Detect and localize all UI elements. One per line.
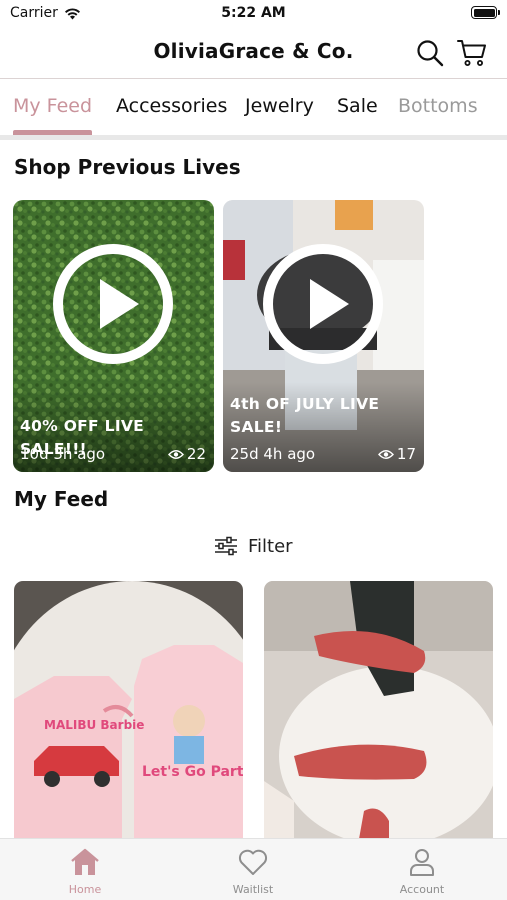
header-divider [0,78,507,79]
nav-waitlist-label: Waitlist [232,883,274,896]
party-graphic-text: Let's Go Party [142,764,243,780]
nav-home-label: Home [68,883,102,896]
live-card[interactable]: 4th OF JULY LIVE SALE! 25d 4h ago 17 [223,200,424,472]
play-icon[interactable] [261,242,385,366]
product-card[interactable] [264,581,493,839]
eye-icon [377,449,394,459]
view-count: 17 [396,445,416,463]
product-image-shoes [264,581,493,839]
nav-waitlist[interactable]: Waitlist [208,847,298,896]
nav-account[interactable]: Account [377,847,467,896]
feed-title: My Feed [14,487,109,511]
live-age: 10d 3h ago [20,445,106,463]
battery-icon [471,6,500,19]
status-bar: Carrier 5:22 AM [0,0,507,28]
battery-level [473,8,495,17]
product-image-tees: MALIBU Barbie Let's Go Party [14,581,243,839]
cart-icon[interactable] [457,38,487,68]
app-header: OliviaGrace & Co. [0,28,507,78]
product-card[interactable]: MALIBU Barbie Let's Go Party [14,581,243,839]
tab-sale[interactable]: Sale [337,95,378,117]
eye-icon [167,449,184,459]
barbie-graphic-text: MALIBU Barbie [44,718,144,732]
tabs-divider [0,135,507,140]
previous-lives-title: Shop Previous Lives [14,155,241,179]
view-count: 22 [186,445,206,463]
tab-my-feed[interactable]: My Feed [13,95,92,117]
bottom-nav: Home Waitlist Account [0,838,507,900]
live-age: 25d 4h ago [230,445,316,463]
nav-account-label: Account [399,883,445,896]
tab-accessories[interactable]: Accessories [116,95,227,117]
nav-home[interactable]: Home [40,847,130,896]
live-meta: 25d 4h ago 17 [230,445,416,463]
tab-bottoms[interactable]: Bottoms [398,95,478,117]
home-icon [71,848,99,875]
filter-label: Filter [248,535,293,557]
live-views: 17 [377,445,416,463]
search-icon[interactable] [415,38,445,68]
category-tabs: My Feed Accessories Jewelry Sale Bottoms [0,80,507,136]
live-card[interactable]: 40% OFF LIVE SALE!!! 10d 3h ago 22 [13,200,214,472]
play-icon[interactable] [51,242,175,366]
sliders-icon [215,536,237,556]
live-views: 22 [167,445,206,463]
live-meta: 10d 3h ago 22 [20,445,206,463]
person-icon [410,849,434,876]
filter-button[interactable]: Filter [214,532,293,560]
tab-jewelry[interactable]: Jewelry [245,95,314,117]
live-title: 4th OF JULY LIVE SALE! [230,395,380,436]
status-time: 5:22 AM [221,5,286,21]
heart-icon [238,849,268,875]
